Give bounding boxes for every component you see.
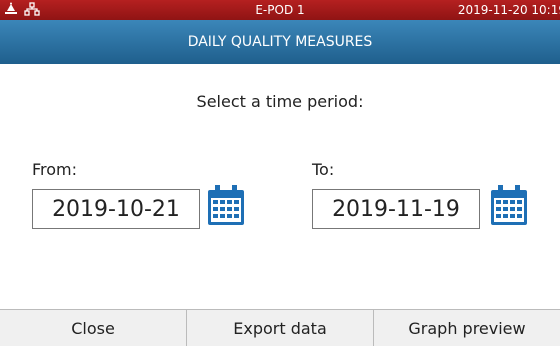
from-label: From: <box>32 160 78 179</box>
export-data-button[interactable]: Export data <box>187 310 374 346</box>
to-date-field[interactable]: 2019-11-19 <box>312 189 480 229</box>
to-label: To: <box>312 160 335 179</box>
close-button[interactable]: Close <box>0 310 187 346</box>
status-bar: E-POD 1 2019-11-20 10:19 <box>0 0 560 20</box>
from-calendar-icon[interactable] <box>207 184 245 226</box>
footer-toolbar: Close Export data Graph preview <box>0 309 560 346</box>
to-calendar-icon[interactable] <box>490 184 528 226</box>
from-date-field[interactable]: 2019-10-21 <box>32 189 200 229</box>
graph-preview-button[interactable]: Graph preview <box>374 310 560 346</box>
time-period-prompt: Select a time period: <box>196 92 364 111</box>
page-title: DAILY QUALITY MEASURES <box>0 20 560 64</box>
datetime: 2019-11-20 10:19 <box>457 3 560 17</box>
